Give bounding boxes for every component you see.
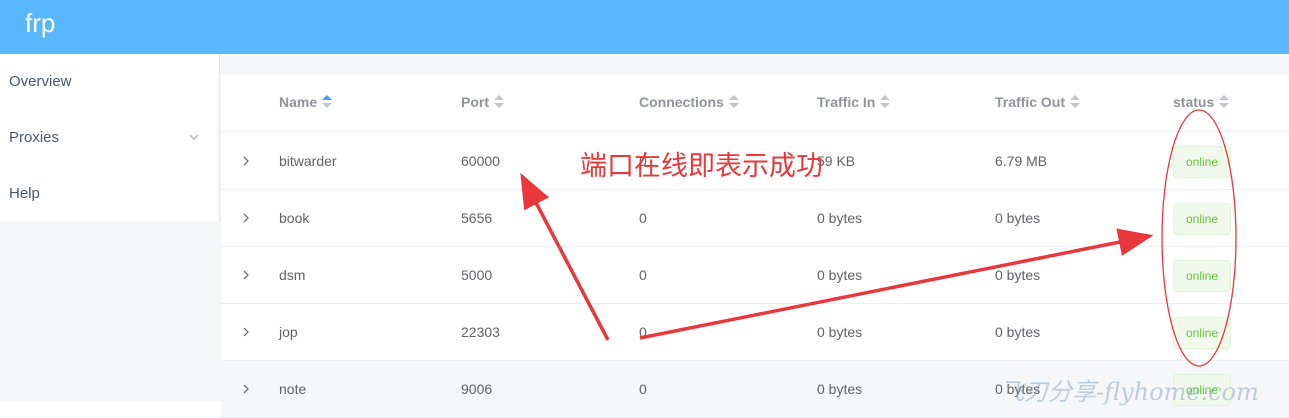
cell-connections: 0 (639, 324, 647, 340)
sidebar-item-label: Proxies (9, 129, 60, 146)
chevron-right-icon[interactable] (239, 268, 253, 282)
sidebar-item-overview[interactable]: Overview (0, 54, 220, 110)
chevron-right-icon[interactable] (239, 382, 253, 396)
sort-icon[interactable] (728, 95, 739, 109)
watermark: 飞刃分享-flyhome.com (1000, 378, 1259, 406)
cell-traffic-in: 0 bytes (817, 381, 863, 397)
status-badge: online (1173, 146, 1231, 178)
table-row[interactable]: book 5656 0 0 bytes 0 bytes online (221, 190, 1289, 247)
annotation-text: 端口在线即表示成功 (580, 151, 823, 182)
app-logo[interactable]: frp (25, 8, 55, 39)
table-row[interactable]: jop 22303 0 0 bytes 0 bytes online (221, 304, 1289, 361)
column-header-name[interactable]: Name (279, 74, 333, 132)
cell-traffic-in: 0 bytes (817, 324, 863, 340)
cell-port: 5656 (461, 210, 493, 226)
cell-traffic-in: 0 bytes (817, 267, 863, 283)
status-badge: online (1173, 260, 1231, 292)
cell-port: 5000 (461, 267, 493, 283)
sort-icon[interactable] (880, 95, 891, 109)
app-header: frp (0, 0, 1289, 54)
sort-icon[interactable] (1219, 95, 1230, 109)
column-header-traffic-out[interactable]: Traffic Out (995, 74, 1081, 132)
cell-name: bitwarder (279, 153, 337, 169)
proxy-table: Name Port Connections Traffic In Traffic… (221, 54, 1289, 418)
sidebar-item-label: Help (9, 185, 40, 202)
sidebar-menu: Overview Proxies Help (0, 54, 220, 222)
page-gap (221, 54, 1289, 74)
sidebar-item-proxies[interactable]: Proxies (0, 110, 220, 166)
sort-icon[interactable] (1070, 95, 1081, 109)
sort-icon[interactable] (322, 95, 333, 109)
cell-port: 9006 (461, 381, 493, 397)
cell-port: 60000 (461, 153, 500, 169)
chevron-right-icon[interactable] (239, 325, 253, 339)
column-header-status[interactable]: status (1173, 74, 1230, 132)
sidebar-item-label: Overview (9, 73, 72, 90)
cell-name: jop (279, 324, 298, 340)
chevron-right-icon[interactable] (239, 211, 253, 225)
sidebar: Overview Proxies Help (0, 54, 221, 401)
column-header-connections[interactable]: Connections (639, 74, 739, 132)
cell-name: book (279, 210, 310, 226)
cell-connections: 0 (639, 267, 647, 283)
cell-traffic-in: 0 bytes (817, 210, 863, 226)
table-header: Name Port Connections Traffic In Traffic… (221, 74, 1289, 132)
cell-connections: 0 (639, 381, 647, 397)
cell-traffic-out: 0 bytes (995, 210, 1041, 226)
status-badge: online (1173, 203, 1231, 235)
cell-traffic-out: 6.79 MB (995, 153, 1048, 169)
chevron-down-icon (189, 134, 199, 140)
status-badge: online (1173, 317, 1231, 349)
cell-name: note (279, 381, 307, 397)
column-header-port[interactable]: Port (461, 74, 504, 132)
cell-traffic-out: 0 bytes (995, 324, 1041, 340)
column-header-traffic-in[interactable]: Traffic In (817, 74, 891, 132)
sidebar-item-help[interactable]: Help (0, 166, 220, 222)
cell-traffic-out: 0 bytes (995, 267, 1041, 283)
cell-port: 22303 (461, 324, 500, 340)
chevron-right-icon[interactable] (239, 154, 253, 168)
cell-name: dsm (279, 267, 306, 283)
sort-icon[interactable] (494, 95, 504, 109)
table-row[interactable]: dsm 5000 0 0 bytes 0 bytes online (221, 247, 1289, 304)
cell-connections: 0 (639, 210, 647, 226)
